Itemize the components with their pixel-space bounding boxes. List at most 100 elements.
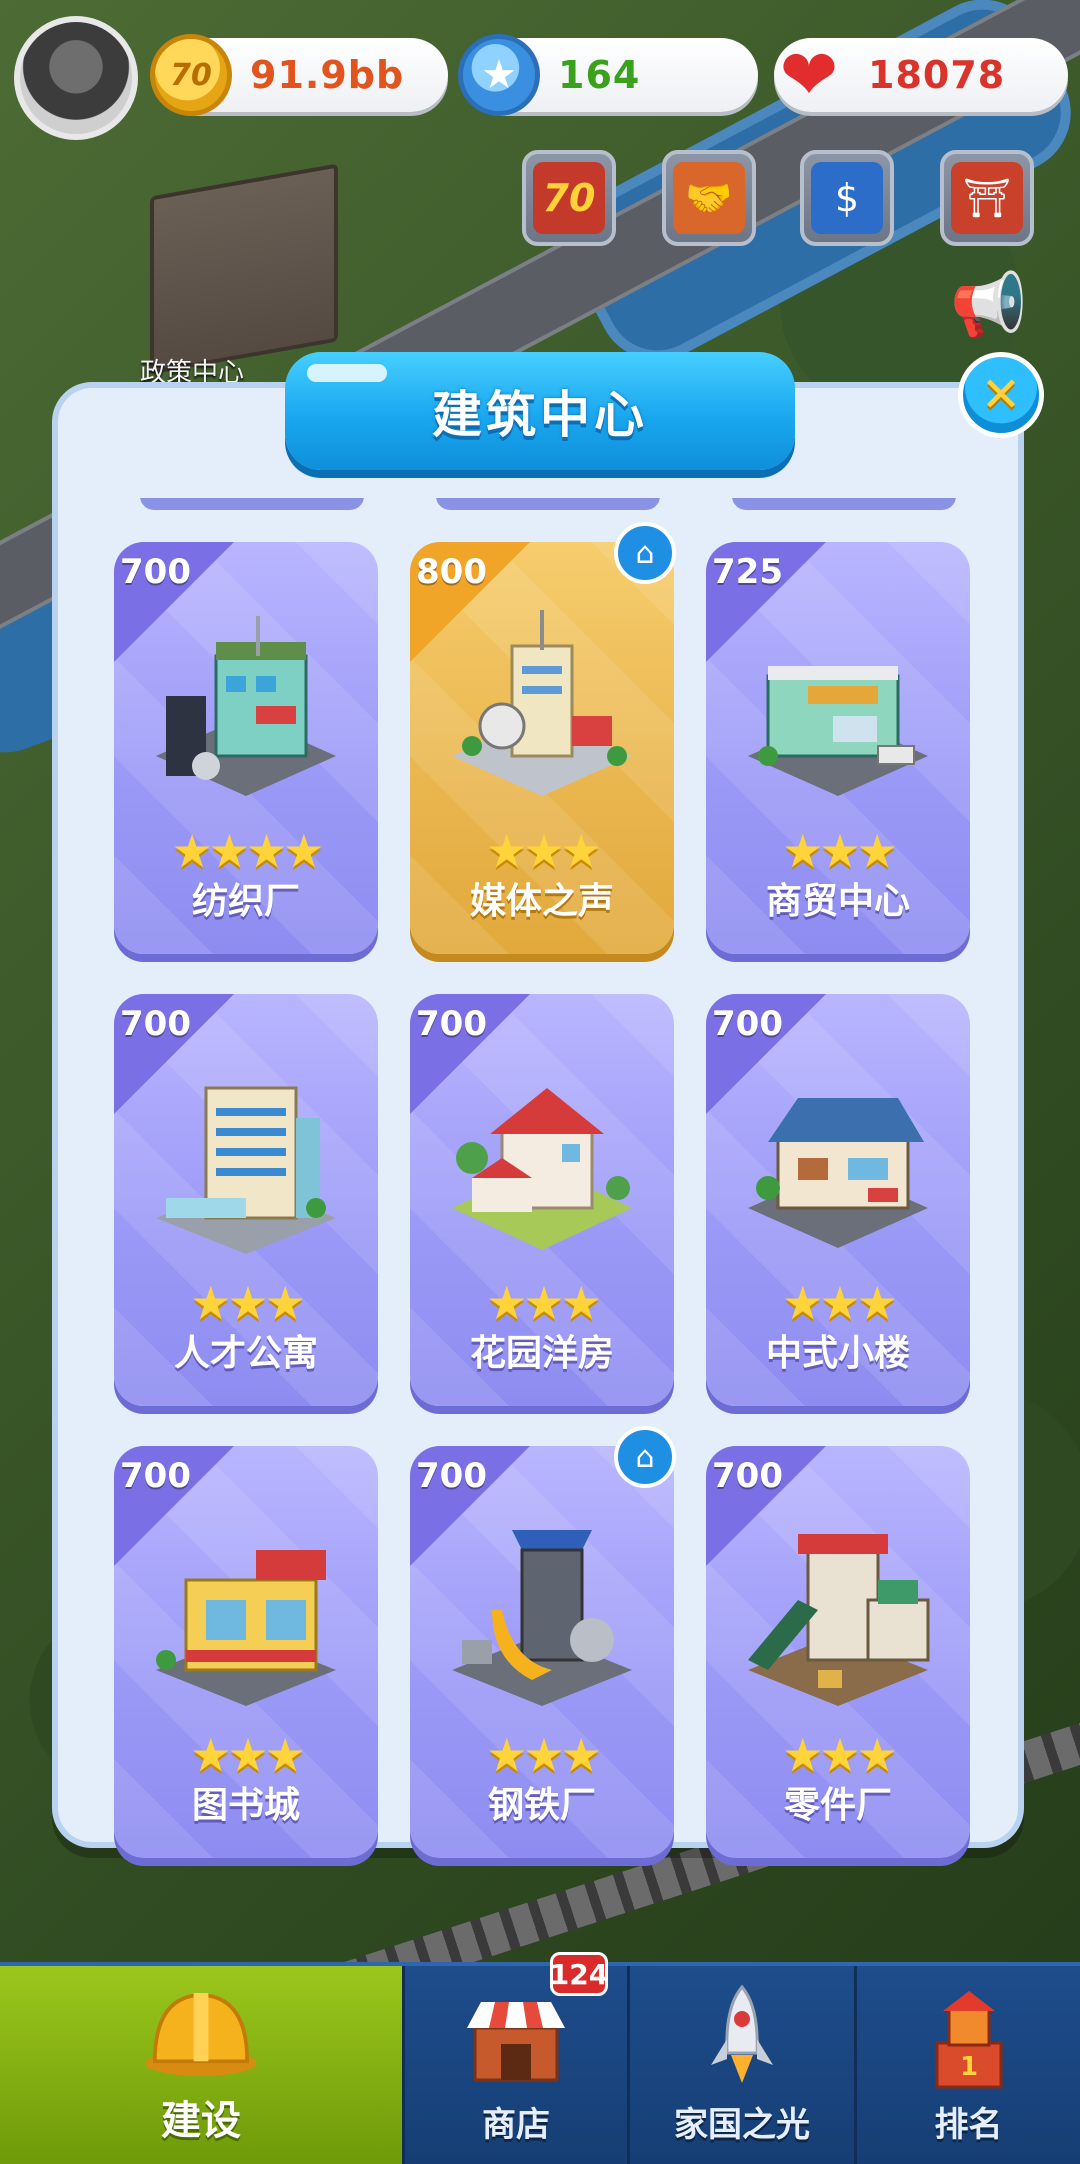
player-avatar[interactable]: [14, 16, 138, 140]
star-icon: ★: [190, 1276, 231, 1330]
star-icon: ★: [782, 824, 823, 878]
star-icon: ★: [227, 1276, 268, 1330]
coin-icon: 70: [150, 34, 232, 116]
building-illustration: [738, 1058, 938, 1258]
heart-icon: ❤: [779, 34, 839, 116]
nav-shop-label: 商店: [482, 2105, 550, 2145]
coin-value: 91.9bb: [250, 53, 405, 97]
building-card[interactable]: 700 ★★★ 人才公寓: [114, 994, 378, 1406]
building-illustration: [738, 1510, 938, 1710]
star-icon: ★: [523, 1276, 564, 1330]
building-name: 媒体之声: [469, 881, 614, 922]
building-illustration: [738, 606, 938, 806]
star-icon: ★: [819, 824, 860, 878]
star-icon: ★: [486, 824, 527, 878]
building-card[interactable]: 700 ★★★★ 纺织厂: [114, 542, 378, 954]
building-name: 花园洋房: [469, 1333, 614, 1374]
building-card[interactable]: 700 ★★★ 零件厂: [706, 1446, 970, 1858]
star-icon: ★: [486, 1728, 527, 1782]
building-card[interactable]: 725 ★★★ 商贸中心: [706, 542, 970, 954]
event-70-button[interactable]: 70: [522, 150, 616, 246]
building-price: 800: [416, 552, 487, 592]
star-rating: ★★★★: [114, 824, 378, 878]
heart-value: 18078: [868, 53, 1006, 97]
star-icon: ★: [246, 824, 287, 878]
home-badge-icon: ⌂: [614, 1426, 676, 1488]
star-icon: ★: [819, 1728, 860, 1782]
building-price: 700: [712, 1456, 783, 1496]
nav-ranking-label: 排名: [934, 2105, 1003, 2145]
shop-icon: [456, 1983, 576, 2093]
star-rating: ★★★: [706, 1728, 970, 1782]
building-name: 中式小楼: [765, 1333, 910, 1374]
star-icon: ★: [264, 1728, 306, 1782]
building-name: 零件厂: [783, 1785, 892, 1826]
pavilion-button[interactable]: ⛩: [940, 150, 1034, 246]
event-70-icon: 70: [533, 162, 605, 234]
star-rating: ★★★: [114, 1276, 378, 1330]
building-illustration: [442, 606, 642, 806]
gem-counter[interactable]: ★ 164: [458, 34, 758, 116]
previous-row-edge: [436, 498, 660, 510]
building-card[interactable]: 700 ★★★ 花园洋房: [410, 994, 674, 1406]
star-icon: ★: [782, 1728, 823, 1782]
building-card[interactable]: 800 ★★★ 媒体之声: [410, 542, 674, 954]
building-name: 商贸中心: [765, 881, 910, 922]
building-name: 纺织厂: [191, 881, 300, 922]
star-icon: ★: [227, 1728, 268, 1782]
building-illustration: [146, 1510, 346, 1710]
building-price: 725: [712, 552, 783, 592]
star-rating: ★★★: [114, 1728, 378, 1782]
shopping-bag-icon: $: [811, 162, 883, 234]
star-icon: ★: [560, 824, 602, 878]
building-card[interactable]: 700 ★★★ 图书城: [114, 1446, 378, 1858]
previous-row-edge: [140, 498, 364, 510]
nav-build[interactable]: 建设: [0, 1966, 402, 2164]
building-illustration: [146, 1058, 346, 1258]
modal-title-bar: 建筑中心: [285, 352, 795, 470]
nav-national-glory-label: 家国之光: [674, 2105, 810, 2145]
building-price: 700: [120, 1004, 191, 1044]
building-illustration: [442, 1510, 642, 1710]
building-price: 700: [120, 1456, 191, 1496]
close-icon: ✕: [980, 367, 1022, 423]
building-price: 700: [712, 1004, 783, 1044]
building-card[interactable]: 700 ★★★ 钢铁厂: [410, 1446, 674, 1858]
star-icon: ★: [856, 824, 898, 878]
star-icon: ★: [560, 1276, 602, 1330]
nav-build-label: 建设: [161, 2098, 241, 2144]
close-button[interactable]: ✕: [958, 352, 1044, 438]
coin-counter[interactable]: 70 91.9bb: [150, 34, 448, 116]
shop-notification-badge: 124: [550, 1952, 608, 1996]
star-icon: ★: [560, 1728, 602, 1782]
bottom-nav: 建设 商店 家国之光 1 排名: [0, 1962, 1080, 2164]
star-rating: ★★★: [410, 824, 674, 878]
nav-national-glory[interactable]: 家国之光: [630, 1966, 854, 2164]
star-rating: ★★★: [706, 824, 970, 878]
modal-title: 建筑中心: [432, 386, 648, 444]
sale-bag-button[interactable]: $: [800, 150, 894, 246]
policy-center-building[interactable]: [150, 163, 338, 375]
nav-ranking[interactable]: 1 排名: [857, 1966, 1080, 2164]
building-illustration: [146, 606, 346, 806]
gem-value: 164: [558, 53, 641, 97]
heart-counter[interactable]: ❤ 18078: [774, 34, 1068, 116]
star-icon: ★: [486, 1276, 527, 1330]
star-icon: ★: [523, 824, 564, 878]
hard-hat-icon: [141, 1974, 261, 2084]
svg-text:1: 1: [959, 2052, 977, 2082]
rocket-icon: [682, 1983, 802, 2093]
star-icon: ★: [856, 1728, 898, 1782]
star-icon: ★: [264, 1276, 306, 1330]
megaphone-icon[interactable]: 📢: [946, 262, 1032, 348]
star-icon: ★: [190, 1728, 231, 1782]
building-price: 700: [416, 1004, 487, 1044]
star-rating: ★★★: [706, 1276, 970, 1330]
building-name: 人才公寓: [173, 1333, 318, 1374]
building-card[interactable]: 700 ★★★ 中式小楼: [706, 994, 970, 1406]
star-icon: ★: [208, 824, 250, 878]
star-icon: ★: [856, 1276, 898, 1330]
pavilion-icon: ⛩: [951, 162, 1023, 234]
handshake-button[interactable]: 🤝: [662, 150, 756, 246]
star-icon: ★: [782, 1276, 823, 1330]
